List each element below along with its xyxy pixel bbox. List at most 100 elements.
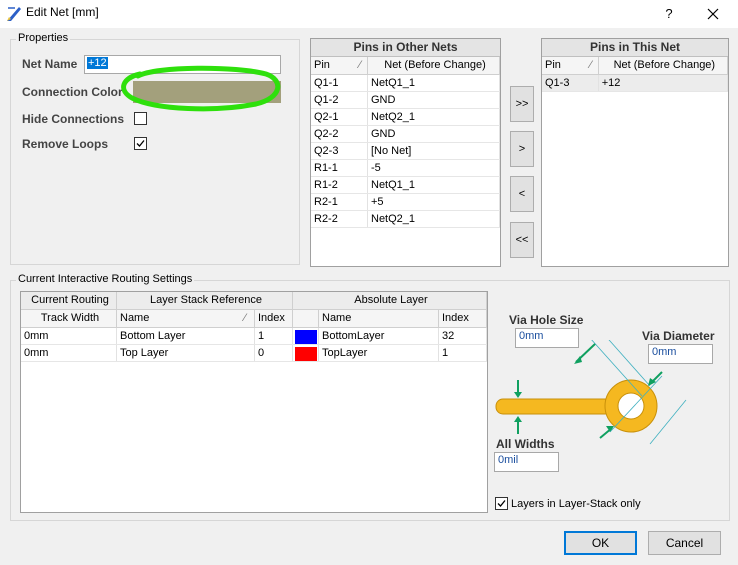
table-cell-net: [No Net] — [368, 143, 500, 159]
table-cell-net: +12 — [599, 75, 728, 91]
table-row[interactable]: 0mm Bottom Layer 1 BottomLayer 32 — [21, 328, 487, 345]
table-row[interactable]: Q1-1 NetQ1_1 — [311, 75, 500, 92]
table-cell-pin: Q1-2 — [311, 92, 368, 108]
group-current-routing: Current Routing — [21, 292, 117, 309]
col-abs-name[interactable]: Name — [319, 310, 439, 327]
table-cell-pin: Q2-3 — [311, 143, 368, 159]
routing-col-header: Track Width Name ⁄ Index Name Index — [21, 310, 487, 328]
pins-this-net-grid[interactable]: Pins in This Net Pin ⁄ Net (Before Chang… — [541, 38, 729, 267]
pins-other-title: Pins in Other Nets — [311, 39, 500, 57]
layers-only-label: Layers in Layer-Stack only — [511, 498, 641, 510]
highlight-annotation — [121, 65, 281, 112]
net-name-value: +12 — [87, 57, 108, 69]
remove-loops-checkbox[interactable] — [134, 137, 147, 150]
table-cell-index: 0 — [255, 345, 293, 361]
col-pin-header[interactable]: Pin ⁄ — [311, 57, 368, 74]
sort-icon: ⁄ — [589, 59, 592, 71]
table-cell-net: NetQ2_1 — [368, 211, 500, 227]
all-widths-label: All Widths — [496, 437, 555, 451]
table-row[interactable]: R1-2 NetQ1_1 — [311, 177, 500, 194]
table-row[interactable]: Q1-3 +12 — [542, 75, 728, 92]
table-cell-index: 1 — [255, 328, 293, 344]
move-left-button[interactable]: < — [510, 176, 534, 212]
close-button[interactable] — [698, 3, 728, 25]
table-row[interactable]: Q2-3 [No Net] — [311, 143, 500, 160]
col-abs-index[interactable]: Index — [439, 310, 487, 327]
layer-color-chip — [295, 329, 317, 344]
move-all-right-button[interactable]: >> — [510, 86, 534, 122]
layer-color-swatch — [293, 345, 319, 361]
col-net-header[interactable]: Net (Before Change) — [599, 57, 728, 74]
layers-only-checkbox[interactable] — [495, 497, 508, 510]
pins-this-title: Pins in This Net — [542, 39, 728, 57]
table-cell-pin: R2-2 — [311, 211, 368, 227]
sort-icon: ⁄ — [244, 312, 246, 324]
col-track-width[interactable]: Track Width — [21, 310, 117, 327]
ok-button[interactable]: OK — [564, 531, 637, 555]
table-cell-pin: Q1-3 — [542, 75, 599, 91]
col-index[interactable]: Index — [255, 310, 293, 327]
help-button[interactable]: ? — [654, 3, 684, 25]
col-name[interactable]: Name ⁄ — [117, 310, 255, 327]
close-icon — [707, 8, 719, 20]
table-row[interactable]: Q2-2 GND — [311, 126, 500, 143]
routing-group-header: Current Routing Layer Stack Reference Ab… — [21, 292, 487, 310]
pins-other-nets-grid[interactable]: Pins in Other Nets Pin ⁄ Net (Before Cha… — [310, 38, 501, 267]
table-cell-track-width: 0mm — [21, 328, 117, 344]
remove-loops-label: Remove Loops — [22, 137, 109, 151]
cancel-button[interactable]: Cancel — [648, 531, 721, 555]
via-hole-shape — [617, 392, 645, 420]
table-cell-pin: Q1-1 — [311, 75, 368, 91]
table-cell-abs-index: 1 — [439, 345, 487, 361]
hide-connections-label: Hide Connections — [22, 112, 125, 126]
table-cell-pin: Q2-1 — [311, 109, 368, 125]
all-widths-input[interactable]: 0mil — [494, 452, 559, 472]
table-row[interactable]: Q1-2 GND — [311, 92, 500, 109]
properties-legend: Properties — [16, 32, 71, 44]
group-absolute-layer: Absolute Layer — [293, 292, 487, 309]
col-pin-header[interactable]: Pin ⁄ — [542, 57, 599, 74]
sort-icon: ⁄ — [359, 59, 361, 71]
table-cell-net: NetQ1_1 — [368, 75, 500, 91]
col-abs-swatch — [293, 310, 319, 327]
table-row[interactable]: Q2-1 NetQ2_1 — [311, 109, 500, 126]
move-right-button[interactable]: > — [510, 131, 534, 167]
table-cell-net: NetQ1_1 — [368, 177, 500, 193]
table-cell-pin: R2-1 — [311, 194, 368, 210]
table-cell-net: -5 — [368, 160, 500, 176]
table-cell-pin: R1-2 — [311, 177, 368, 193]
table-row[interactable]: 0mm Top Layer 0 TopLayer 1 — [21, 345, 487, 362]
table-row[interactable]: R2-2 NetQ2_1 — [311, 211, 500, 228]
track-shape — [495, 398, 617, 415]
hide-connections-checkbox[interactable] — [134, 112, 147, 125]
checkmark-icon — [136, 140, 145, 147]
pins-other-header: Pin ⁄ Net (Before Change) — [311, 57, 500, 75]
table-row[interactable]: R2-1 +5 — [311, 194, 500, 211]
routing-grid[interactable]: Current Routing Layer Stack Reference Ab… — [20, 291, 488, 513]
table-cell-track-width: 0mm — [21, 345, 117, 361]
col-net-header[interactable]: Net (Before Change) — [368, 57, 500, 74]
table-cell-pin: Q2-2 — [311, 126, 368, 142]
app-icon — [7, 7, 21, 21]
window-title: Edit Net [mm] — [26, 5, 99, 19]
table-cell-pin: R1-1 — [311, 160, 368, 176]
move-all-left-button[interactable]: << — [510, 222, 534, 258]
title-bar: Edit Net [mm] ? — [0, 0, 738, 28]
table-cell-abs-index: 32 — [439, 328, 487, 344]
layer-color-swatch — [293, 328, 319, 344]
pins-this-header: Pin ⁄ Net (Before Change) — [542, 57, 728, 75]
table-cell-net: +5 — [368, 194, 500, 210]
table-cell-net: GND — [368, 126, 500, 142]
layer-color-chip — [295, 346, 317, 361]
table-row[interactable]: R1-1 -5 — [311, 160, 500, 177]
connection-color-label: Connection Color — [22, 85, 123, 99]
table-cell-net: NetQ2_1 — [368, 109, 500, 125]
table-cell-abs-name: TopLayer — [319, 345, 439, 361]
group-layer-stack: Layer Stack Reference — [117, 292, 293, 309]
table-cell-name: Bottom Layer — [117, 328, 255, 344]
table-cell-name: Top Layer — [117, 345, 255, 361]
table-cell-net: GND — [368, 92, 500, 108]
via-hole-size-label: Via Hole Size — [509, 313, 584, 327]
via-diagram — [495, 340, 687, 445]
net-name-label: Net Name — [22, 57, 78, 71]
